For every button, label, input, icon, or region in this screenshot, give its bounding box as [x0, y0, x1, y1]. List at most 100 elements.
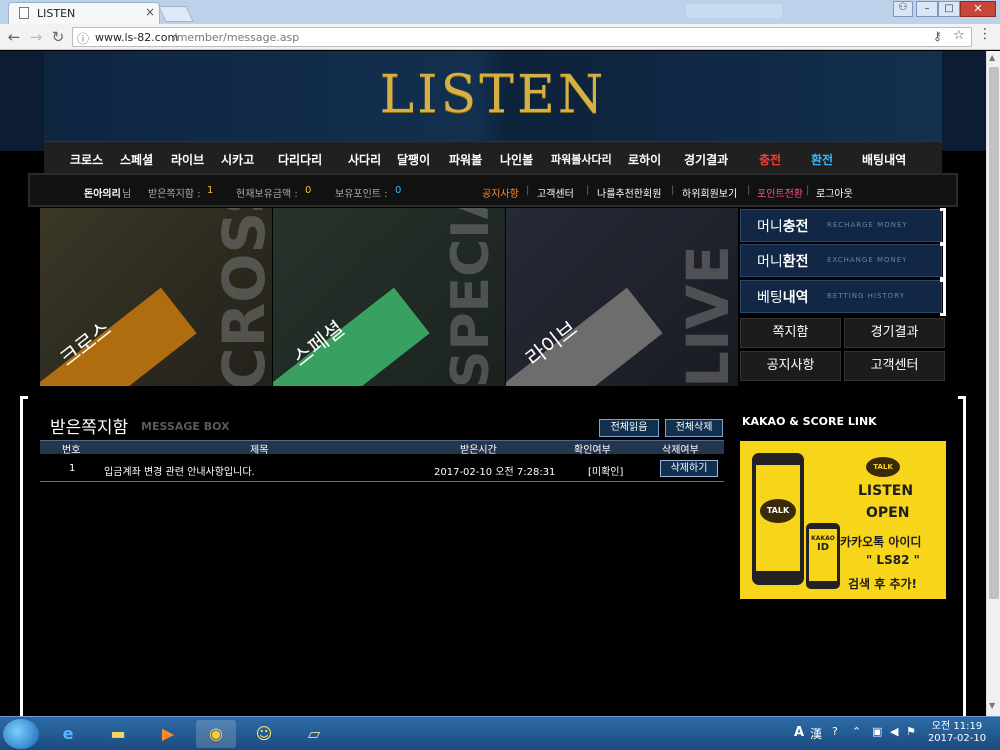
- exchange-money-button[interactable]: 머니환전 EXCHANGE MONEY: [740, 243, 946, 280]
- ime-lang-indicator[interactable]: A: [794, 725, 804, 740]
- titlebar-blurred-area: [686, 4, 782, 18]
- tray-arrow-icon[interactable]: ⌃: [852, 725, 861, 738]
- back-arrow-icon[interactable]: ←: [4, 27, 24, 47]
- notice-button[interactable]: 공지사항: [740, 351, 841, 381]
- nav-item[interactable]: 배팅내역: [862, 151, 906, 168]
- maximize-button[interactable]: □: [938, 1, 960, 17]
- betting-history-button[interactable]: 베팅내역 BETTING HISTORY: [740, 279, 946, 316]
- nav-item[interactable]: 로하이: [628, 151, 661, 168]
- received-count[interactable]: 1: [207, 185, 213, 196]
- browser-titlebar: LISTEN × ⚇ – □ ✕: [0, 0, 1000, 24]
- minimize-button[interactable]: –: [916, 1, 938, 17]
- support-button[interactable]: 고객센터: [844, 351, 945, 381]
- link-referrals[interactable]: 나를추천한회원: [597, 185, 661, 200]
- nav-item[interactable]: 사다리: [348, 151, 381, 168]
- nav-item[interactable]: 크로스: [70, 151, 103, 168]
- nav-item[interactable]: 라이브: [171, 151, 204, 168]
- page-info-icon[interactable]: ⓘ: [77, 30, 89, 47]
- username: 돈아의리: [84, 189, 121, 200]
- separator: |: [806, 185, 810, 196]
- user-info-bar: 돈아의리 님 받은쪽지함 : 1 현재보유금액 : 0 보유포인트 : 0 공지…: [28, 173, 958, 207]
- sidebtn-sublabel: RECHARGE MONEY: [827, 221, 908, 229]
- kakao-link-title: KAKAO & SCORE LINK: [742, 415, 877, 428]
- nav-item[interactable]: 스페셜: [120, 151, 153, 168]
- volume-icon[interactable]: ◀: [890, 725, 898, 738]
- link-notice[interactable]: 공지사항: [482, 185, 519, 200]
- tab-close-icon[interactable]: ×: [145, 5, 155, 19]
- tile-cross[interactable]: CROSS 크로스: [40, 208, 272, 386]
- nav-item[interactable]: 다리다리: [278, 151, 322, 168]
- reload-icon[interactable]: ↻: [48, 27, 68, 47]
- key-icon[interactable]: ⚷: [933, 29, 942, 43]
- delete-all-button[interactable]: 전체삭제: [665, 419, 723, 437]
- recharge-money-button[interactable]: 머니충전 RECHARGE MONEY: [740, 208, 946, 245]
- scroll-thumb[interactable]: [989, 67, 999, 599]
- messenger-icon[interactable]: ☺: [244, 720, 284, 748]
- link-sub-members[interactable]: 하위회원보기: [682, 185, 737, 200]
- column-header: 삭제여부: [662, 445, 699, 456]
- ad-line-search: 검색 후 추가!: [848, 577, 918, 591]
- read-all-button[interactable]: 전체읽음: [599, 419, 659, 437]
- sidebtn-label: 머니환전: [757, 254, 809, 270]
- results-button[interactable]: 경기결과: [844, 318, 945, 348]
- address-bar[interactable]: ⓘ www.ls-82.com /member/message.asp ⚷ ☆: [72, 27, 972, 47]
- file-explorer-icon[interactable]: ▬: [98, 720, 138, 748]
- main-nav: 크로스 스페셜 라이브 시카고 다리다리 사다리 달팽이 파워볼 나인볼 파워볼…: [44, 141, 942, 173]
- phone-screen: TALK: [756, 465, 800, 571]
- browser-tab[interactable]: LISTEN ×: [8, 2, 160, 24]
- sidebtn-sublabel: EXCHANGE MONEY: [827, 256, 908, 264]
- media-player-icon[interactable]: ▶: [148, 720, 188, 748]
- new-tab-button[interactable]: [158, 6, 194, 22]
- tile-live[interactable]: LIVE 라이브: [506, 208, 738, 386]
- kakao-banner[interactable]: TALK KAKAO ID TALK LISTEN OPEN 카카오톡 아이디 …: [740, 441, 946, 599]
- ad-line-listen: LISTEN: [858, 483, 914, 499]
- delete-message-button[interactable]: 삭제하기: [660, 460, 718, 477]
- message-subject-link[interactable]: 입금계좌 변경 관련 안내사항입니다.: [104, 463, 255, 478]
- row-number: 1: [69, 463, 76, 474]
- nav-item[interactable]: 달팽이: [397, 151, 430, 168]
- chrome-icon[interactable]: ◉: [196, 720, 236, 748]
- close-window-button[interactable]: ✕: [960, 1, 996, 17]
- separator: |: [747, 185, 751, 196]
- nav-item-exchange[interactable]: 환전: [811, 151, 833, 168]
- nav-item[interactable]: 파워볼사다리: [551, 151, 612, 167]
- nav-item-charge[interactable]: 충전: [759, 151, 781, 168]
- notes-icon[interactable]: ▱: [294, 720, 334, 748]
- phone-small-screen: KAKAO ID: [809, 529, 837, 581]
- separator: |: [526, 185, 530, 196]
- ime-hanja-indicator[interactable]: 漢: [810, 725, 822, 742]
- money-value: 0: [305, 185, 312, 196]
- nav-item[interactable]: 경기결과: [684, 151, 728, 168]
- system-clock[interactable]: 오전 11:19 2017-02-10: [926, 721, 988, 745]
- nav-item[interactable]: 시카고: [221, 151, 254, 168]
- scroll-down-icon[interactable]: ▼: [989, 701, 995, 710]
- bookmark-star-icon[interactable]: ☆: [953, 28, 965, 43]
- page-scrollbar[interactable]: ▲ ▼: [986, 51, 1000, 716]
- network-icon[interactable]: ▣: [872, 725, 882, 738]
- points-value: 0: [395, 185, 402, 196]
- separator: |: [586, 185, 590, 196]
- tile-word: LIVE: [674, 244, 738, 386]
- sidebtn-label: 베팅내역: [757, 290, 809, 306]
- nav-item[interactable]: 나인볼: [500, 151, 533, 168]
- link-point-convert[interactable]: 포인트전환: [757, 185, 803, 200]
- bracket-decoration: [940, 208, 946, 245]
- phone-small-illustration: KAKAO ID: [806, 523, 840, 589]
- site-logo[interactable]: LISTEN: [44, 65, 942, 125]
- action-center-icon[interactable]: ⚑: [906, 725, 916, 738]
- clock-time: 오전 11:19: [931, 721, 983, 732]
- tile-band: [506, 287, 663, 386]
- forward-arrow-icon[interactable]: →: [26, 27, 46, 47]
- money-label: 현재보유금액 :: [236, 189, 298, 200]
- link-logout[interactable]: 로그아웃: [816, 185, 853, 200]
- user-icon[interactable]: ⚇: [893, 1, 913, 17]
- nav-item[interactable]: 파워볼: [449, 151, 482, 168]
- tile-special[interactable]: SPECIAL 스페셜: [273, 208, 505, 386]
- start-button[interactable]: [3, 719, 39, 749]
- help-icon[interactable]: ?: [832, 725, 838, 738]
- scroll-up-icon[interactable]: ▲: [989, 53, 995, 62]
- message-button[interactable]: 쪽지함: [740, 318, 841, 348]
- link-support[interactable]: 고객센터: [537, 185, 574, 200]
- browser-menu-icon[interactable]: ⋮: [978, 26, 992, 42]
- internet-explorer-icon[interactable]: e: [48, 720, 88, 748]
